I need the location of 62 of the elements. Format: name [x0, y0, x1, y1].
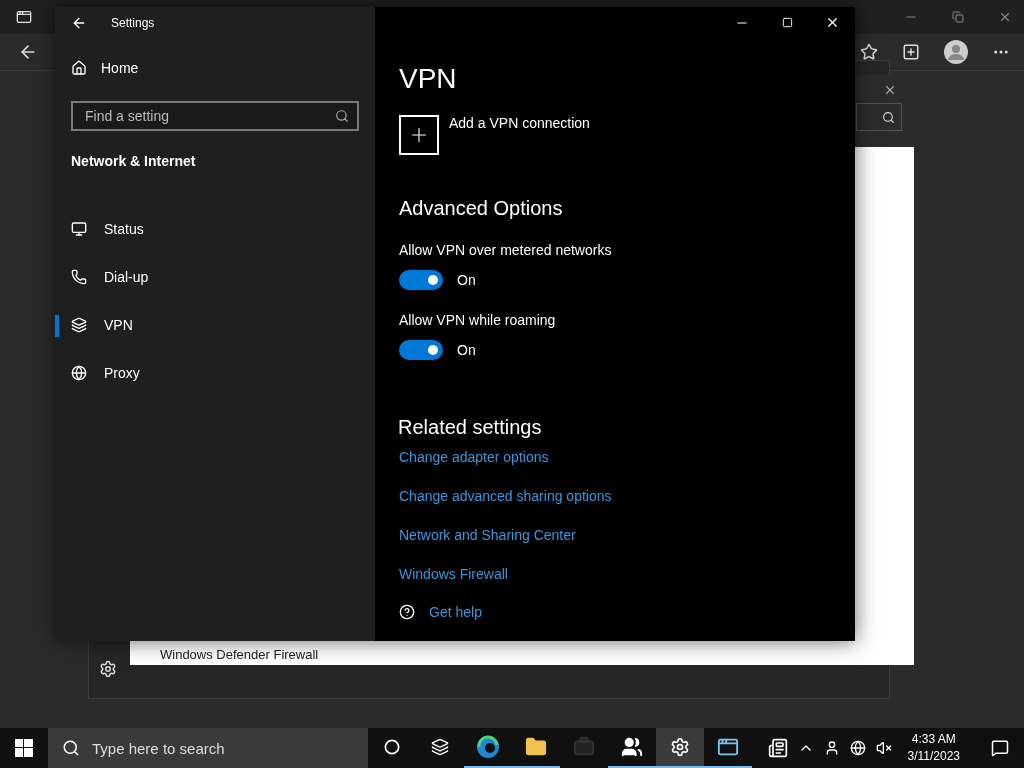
settings-icon[interactable]	[99, 660, 117, 678]
search-icon	[335, 109, 349, 123]
search-field[interactable]: Find a setting	[71, 101, 359, 131]
profile-avatar[interactable]	[944, 40, 968, 64]
search-icon	[882, 110, 895, 124]
home-link[interactable]: Home	[55, 47, 375, 89]
section-heading: Network & Internet	[71, 153, 197, 169]
settings-link[interactable]: Change advanced sharing options	[399, 488, 855, 504]
close-icon[interactable]	[825, 15, 840, 30]
message-icon	[991, 739, 1009, 757]
help-link[interactable]: Get help	[429, 604, 482, 620]
search-input[interactable]: Type here to search	[90, 738, 368, 758]
taskbar-search[interactable]: Type here to search	[48, 728, 368, 768]
edge-icon	[476, 735, 500, 759]
add-vpn-button[interactable]: Add a VPN connection	[399, 115, 855, 155]
volume-muted-icon[interactable]	[875, 740, 892, 756]
settings-link[interactable]: Network and Sharing Center	[399, 527, 855, 543]
windows-logo	[15, 739, 33, 757]
nav-item[interactable]: Proxy	[55, 349, 375, 397]
back-icon[interactable]	[71, 15, 87, 31]
help-icon	[399, 604, 415, 620]
nav-item[interactable]: Dial-up	[55, 253, 375, 301]
search-input[interactable]: Find a setting	[83, 107, 335, 125]
maximize-icon[interactable]	[782, 17, 793, 28]
globe-icon	[71, 365, 87, 381]
clock[interactable]: 4:33 AM 3/11/2023	[907, 731, 960, 765]
toggle-switch[interactable]	[399, 270, 443, 290]
circle-icon	[384, 739, 400, 755]
toggle-label: Allow VPN while roaming	[399, 312, 557, 328]
section-heading: Related settings	[398, 416, 543, 439]
search-icon	[62, 739, 80, 757]
news-icon[interactable]	[767, 738, 788, 758]
settings-icon	[670, 737, 690, 757]
taskbar-app[interactable]	[656, 728, 704, 768]
toggle-label: Allow VPN over metered networks	[399, 242, 613, 258]
settings-link[interactable]: Windows Firewall	[399, 566, 855, 582]
folder-icon	[525, 736, 547, 758]
window-title: Settings	[111, 16, 155, 30]
phone-icon	[71, 269, 87, 285]
toggle-switch[interactable]	[399, 340, 443, 360]
people-icon	[621, 736, 643, 758]
favorites-icon[interactable]	[860, 43, 878, 61]
home-icon	[71, 60, 87, 76]
network-icon[interactable]	[849, 740, 866, 756]
task-view-icon	[431, 738, 449, 756]
close-icon[interactable]	[883, 83, 897, 97]
page-text: Windows Defender Firewall	[160, 647, 320, 662]
section-heading: Advanced Options	[399, 197, 564, 220]
nav-item[interactable]: VPN	[55, 301, 375, 349]
toggle-state: On	[457, 342, 476, 358]
briefcase-icon	[573, 736, 595, 758]
collections-icon[interactable]	[902, 43, 920, 61]
search-field[interactable]	[856, 103, 902, 131]
nav-item[interactable]: Status	[55, 205, 375, 253]
plus-icon	[399, 115, 439, 155]
restore-icon[interactable]	[952, 11, 964, 23]
page-title: VPN	[399, 63, 458, 95]
control-panel-icon	[717, 736, 739, 758]
tab-icon[interactable]	[16, 9, 32, 25]
toggle-state: On	[457, 272, 476, 288]
monitor-icon	[71, 221, 87, 237]
settings-link[interactable]: Change adapter options	[399, 449, 855, 465]
